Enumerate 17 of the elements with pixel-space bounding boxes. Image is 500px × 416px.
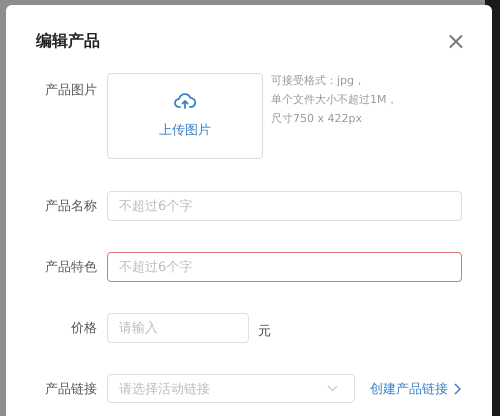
- input-field[interactable]: 不超过6个字: [107, 252, 462, 282]
- format-hint: 可接受格式：jpg，: [271, 73, 366, 88]
- upload-button[interactable]: 上传图片: [107, 73, 263, 159]
- chevron-down-icon: [327, 385, 338, 392]
- close-button[interactable]: ×: [446, 29, 466, 53]
- create-link[interactable]: 创建产品链接: [370, 380, 461, 398]
- field-label: 产品图片: [44, 82, 98, 99]
- field-label: 产品链接: [44, 380, 98, 398]
- format-hint: 尺寸750 x 422px: [271, 111, 363, 126]
- format-hint: 单个文件大小不超过1M，: [271, 92, 398, 107]
- chevron-right-icon: [454, 382, 461, 394]
- field-label: 价格: [70, 320, 98, 337]
- field-label: 产品名称: [44, 198, 98, 215]
- dialog-title: 编辑产品: [36, 30, 100, 52]
- cloud-upload-icon: [174, 93, 196, 109]
- field-label: 产品特色: [44, 259, 98, 276]
- unit-label: 元: [258, 323, 271, 340]
